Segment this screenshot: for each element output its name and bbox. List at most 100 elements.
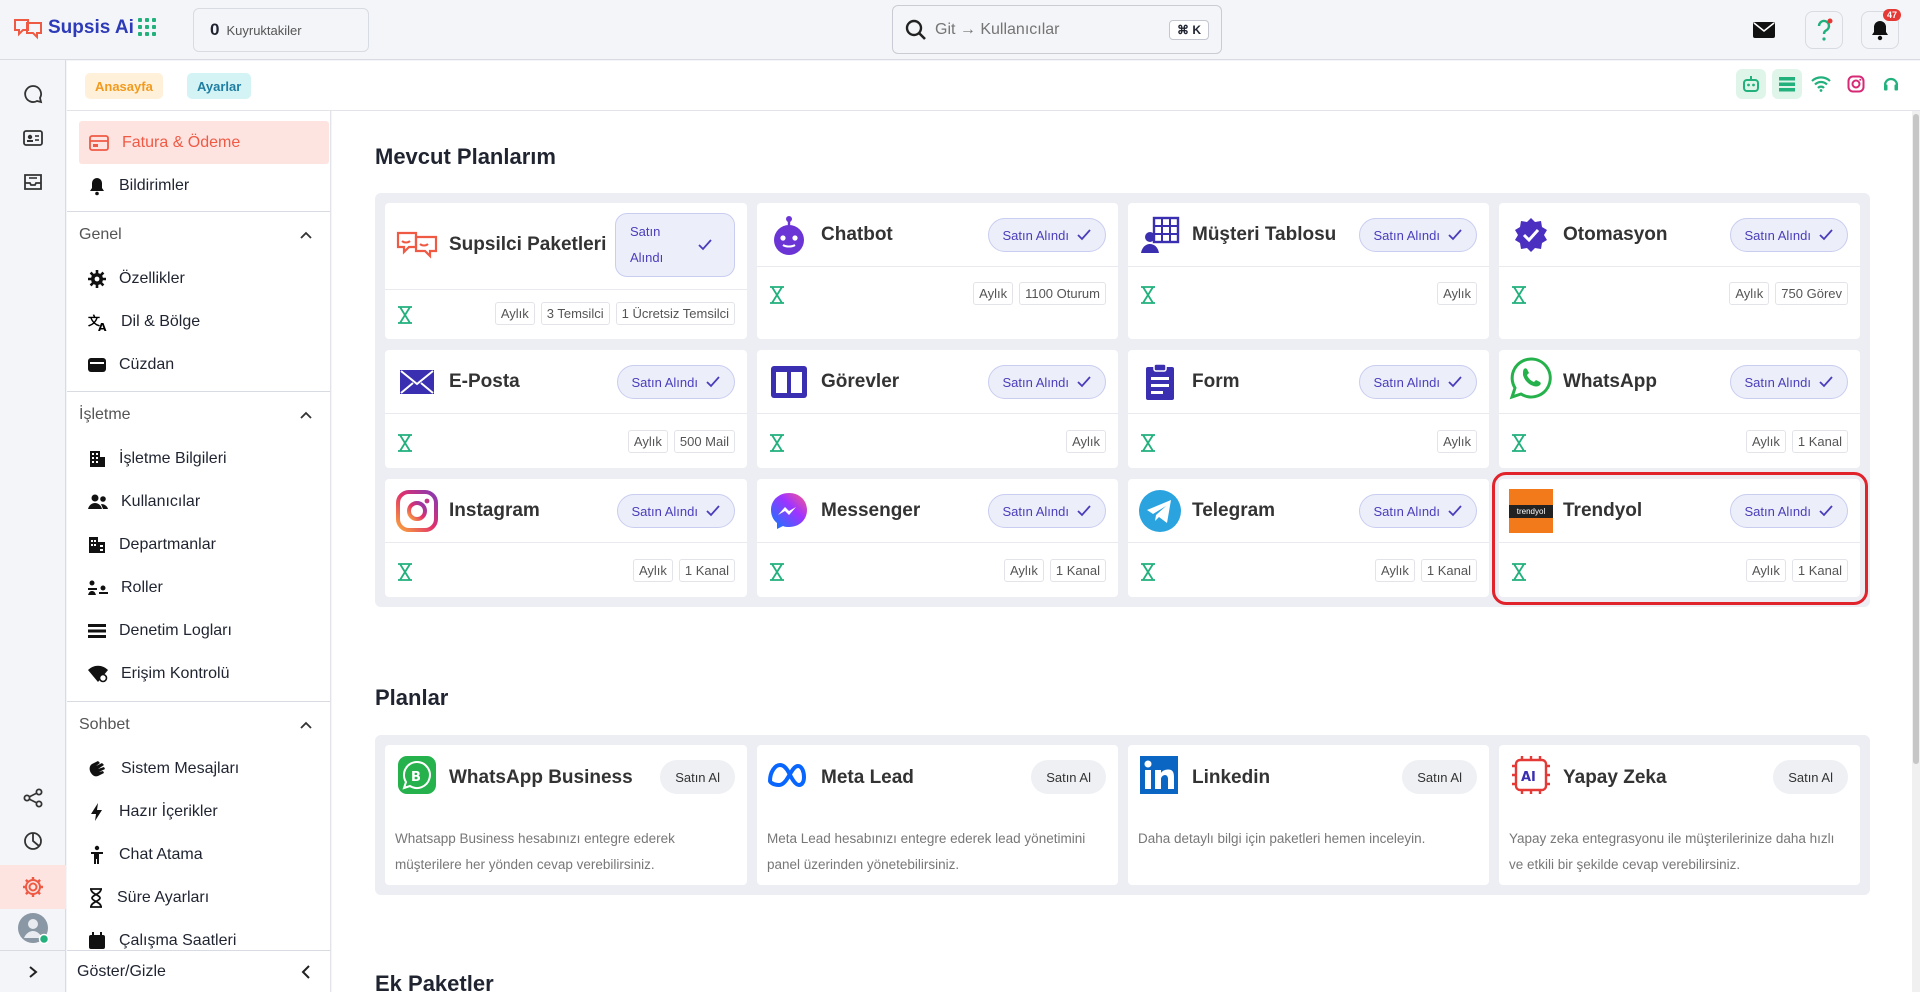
menu-item-language[interactable]: 文A Dil & Bölge [67, 300, 330, 343]
chatbot-shortcut[interactable] [1736, 69, 1766, 99]
menu-item-label: Fatura & Ödeme [122, 133, 241, 151]
plan-card-email: E-Posta Satın Alındı Aylık 500 Mail [385, 350, 747, 468]
menu-item-roles[interactable]: Roller [67, 566, 330, 609]
connection-status[interactable] [1806, 69, 1836, 99]
menu-item-access-control[interactable]: Erişim Kontrolü [67, 652, 330, 695]
menu-item-audit-logs[interactable]: Denetim Logları [67, 609, 330, 652]
scrollbar-thumb[interactable] [1913, 114, 1919, 764]
rail-expand-button[interactable] [0, 950, 66, 992]
breadcrumb-home[interactable]: Anasayfa [85, 73, 163, 99]
breadcrumb-settings[interactable]: Ayarlar [187, 73, 252, 99]
plan-tag: 1100 Oturum [1019, 282, 1106, 305]
chevron-up-icon [300, 721, 312, 729]
plan-tags: Aylık 1100 Oturum [973, 282, 1106, 305]
purchased-button[interactable]: Satın Alındı [1358, 218, 1477, 252]
app-logo[interactable]: Supsis Ai [12, 15, 134, 41]
apps-grid-icon[interactable] [138, 18, 156, 36]
plan-card-chatbot: Chatbot Satın Alındı Aylık 1100 Oturum [757, 203, 1118, 339]
menu-item-users[interactable]: Kullanıcılar [67, 480, 330, 523]
plan-description: Meta Lead hesabınızı entegre ederek lead… [767, 831, 1086, 872]
help-icon [1817, 18, 1833, 41]
chevron-right-icon [29, 965, 38, 978]
rail-chats[interactable] [17, 78, 49, 110]
menu-item-chat-assignment[interactable]: Chat Atama [67, 833, 330, 876]
plan-tags: Aylık 3 Temsilci 1 Ücretsiz Temsilci [494, 302, 735, 325]
whatsapp-icon [1509, 356, 1553, 400]
plan-tags: Aylık 1 Kanal [1374, 559, 1477, 582]
purchased-button[interactable]: Satın Alındı [615, 213, 735, 277]
buy-button[interactable]: Satın Al [1773, 760, 1848, 794]
rail-contacts[interactable] [17, 122, 49, 154]
logo-icon [14, 19, 42, 40]
purchased-button[interactable]: Satın Alındı [616, 494, 735, 528]
menu-item-wallet[interactable]: Cüzdan [67, 343, 330, 386]
notifications-button[interactable]: 47 [1861, 9, 1901, 49]
queue-button[interactable]: 0 Kuyruktakiler [193, 8, 369, 52]
purchased-button[interactable]: Satın Alındı [1729, 218, 1848, 252]
purchased-button[interactable]: Satın Alındı [987, 365, 1106, 399]
purchased-button[interactable]: Satın Alındı [1358, 365, 1477, 399]
svg-text:A: A [98, 321, 107, 332]
rail-reports[interactable] [17, 825, 49, 857]
menu-item-notifications[interactable]: Bildirimler [67, 164, 330, 207]
menu-item-business-info[interactable]: İşletme Bilgileri [67, 437, 330, 480]
plan-card-customer-table: Müşteri Tablosu Satın Alındı Aylık [1128, 203, 1489, 339]
plan-name: Chatbot [821, 224, 893, 245]
menu-item-departments[interactable]: Departmanlar [67, 523, 330, 566]
wave-icon [89, 760, 105, 776]
rail-settings[interactable] [0, 865, 66, 909]
plan-card-meta-lead: Meta Lead Satın Al Meta Lead hesabınızı … [757, 745, 1118, 885]
hourglass-icon [770, 434, 784, 452]
mail-button[interactable] [1745, 11, 1783, 49]
hourglass-icon [770, 286, 784, 304]
menu-item-label: Erişim Kontrolü [121, 664, 230, 682]
plan-card-ai: AI Yapay Zeka Satın Al Yapay zeka entegr… [1499, 745, 1860, 885]
building-icon [90, 450, 105, 467]
kanban-icon [767, 360, 811, 404]
search-box[interactable]: ⌘ K [892, 5, 1222, 54]
access-icon [88, 665, 108, 682]
plan-name: Meta Lead [821, 767, 914, 788]
buy-button[interactable]: Satın Al [1031, 760, 1106, 794]
app-name: Supsis Ai [48, 17, 134, 38]
plan-tags: Aylık 1 Kanal [1745, 430, 1848, 453]
section-title: Sohbet [79, 715, 130, 733]
menu-item-system-messages[interactable]: Sistem Mesajları [67, 747, 330, 790]
table-shortcut[interactable] [1772, 69, 1802, 99]
purchased-label: Satın Alındı [631, 374, 699, 390]
section-chat[interactable]: Sohbet [67, 701, 330, 747]
menu-item-label: Hazır İçerikler [119, 802, 218, 820]
buy-button[interactable]: Satın Al [660, 760, 735, 794]
section-business[interactable]: İşletme [67, 391, 330, 437]
menu-toggle-label: Göster/Gizle [77, 962, 166, 980]
menu-item-features[interactable]: Özellikler [67, 257, 330, 300]
menu-item-billing[interactable]: Fatura & Ödeme [79, 121, 329, 164]
instagram-shortcut[interactable] [1841, 69, 1871, 99]
check-icon [1077, 376, 1091, 388]
help-button[interactable] [1805, 11, 1843, 49]
rail-share[interactable] [17, 782, 49, 814]
automation-icon [1509, 213, 1553, 257]
chat-bubble-icon [24, 85, 43, 104]
support-shortcut[interactable] [1876, 69, 1906, 99]
menu-item-duration-settings[interactable]: Süre Ayarları [67, 876, 330, 919]
plan-card-form: Form Satın Alındı Aylık [1128, 350, 1489, 468]
page-scrollbar[interactable] [1912, 111, 1920, 992]
section-general[interactable]: Genel [67, 211, 330, 257]
buy-button[interactable]: Satın Al [1402, 760, 1477, 794]
purchased-button[interactable]: Satın Alındı [616, 365, 735, 399]
rail-avatar[interactable] [17, 912, 49, 944]
whatsapp-business-icon: B [395, 753, 439, 797]
menu-item-canned-responses[interactable]: Hazır İçerikler [67, 790, 330, 833]
check-icon [698, 239, 712, 251]
purchased-button[interactable]: Satın Alındı [1358, 494, 1477, 528]
rail-inbox[interactable] [17, 166, 49, 198]
plan-description: Daha detaylı bilgi için paketleri hemen … [1138, 831, 1426, 846]
search-input[interactable] [935, 20, 1169, 39]
section-title: Genel [79, 225, 122, 243]
menu-toggle-bar[interactable]: Göster/Gizle [67, 950, 331, 992]
purchased-button[interactable]: Satın Alındı [987, 494, 1106, 528]
purchased-button[interactable]: Satın Alındı [987, 218, 1106, 252]
menu-item-working-hours[interactable]: Çalışma Saatleri [67, 919, 330, 950]
purchased-button[interactable]: Satın Alındı [1729, 365, 1848, 399]
